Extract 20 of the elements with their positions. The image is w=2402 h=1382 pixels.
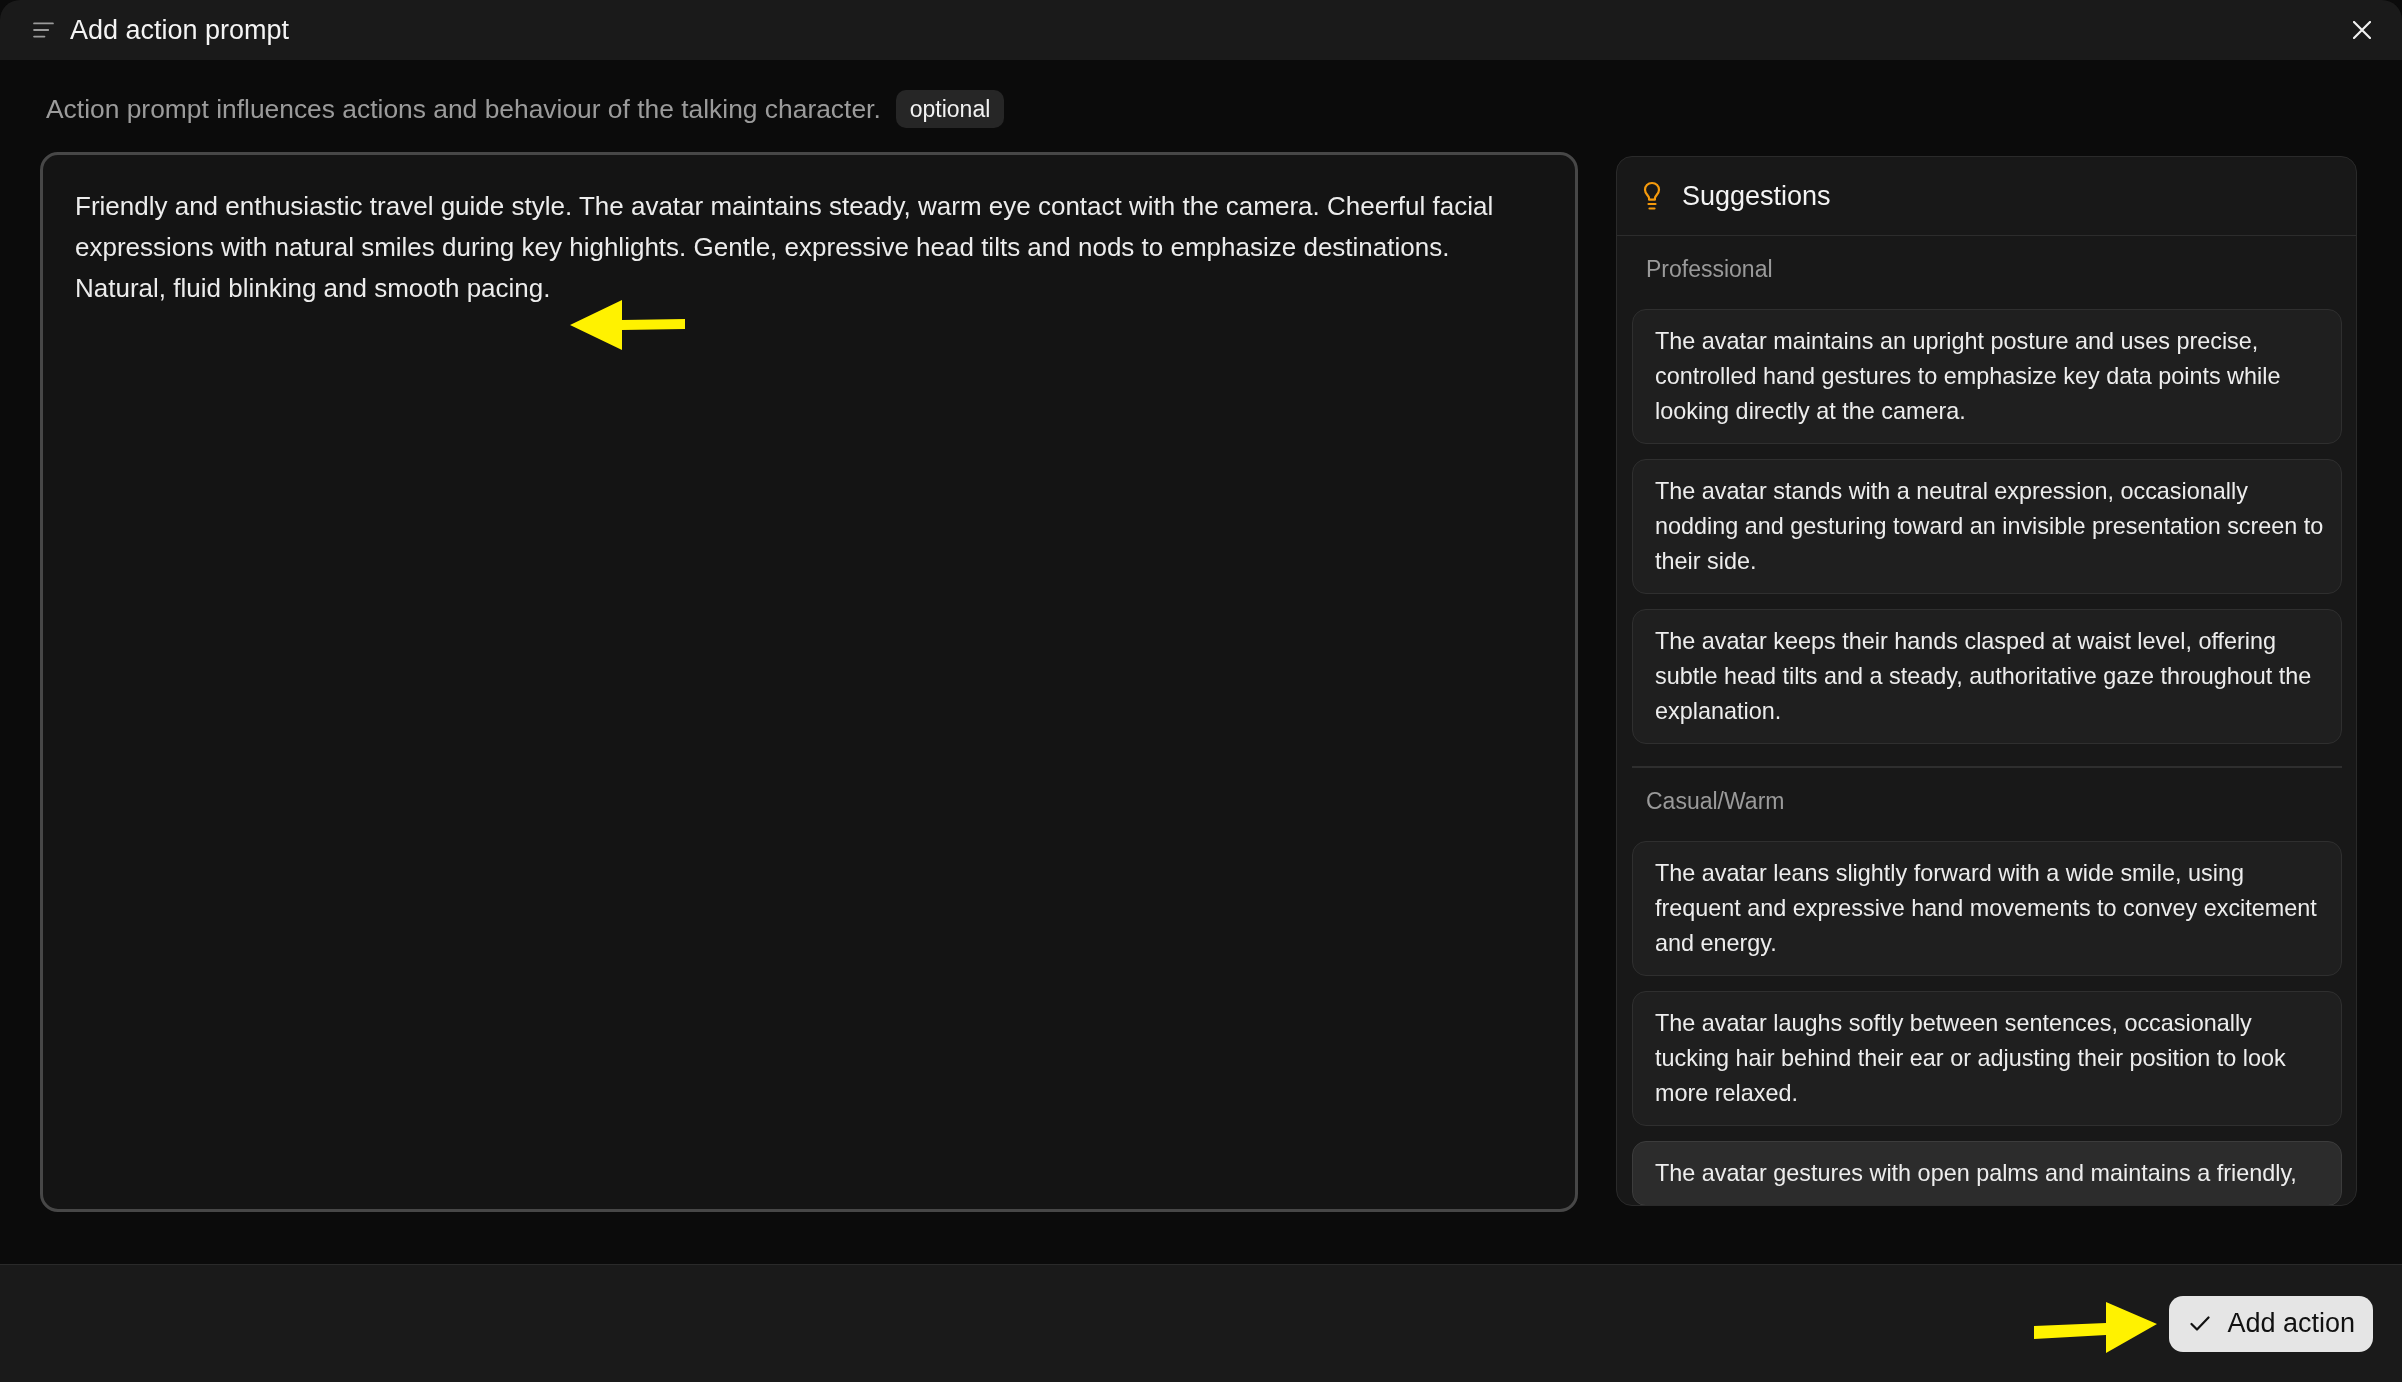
lightbulb-icon [1643, 181, 1661, 211]
prompt-textarea[interactable]: Friendly and enthusiastic travel guide style. The avatar maintains steady, warm eye contact with the camera. Cheerful facial expressions with natural smiles during key highlights. Gentle, expressive head tilts and nods to emphasize destinations. Natural, fluid blinking and smooth pacing. [40, 152, 1578, 1212]
suggestion-card[interactable]: The avatar maintains an upright posture and uses precise, controlled hand gestures to emphasize key data points while looking directly at the camera. [1632, 309, 2342, 444]
suggestion-card[interactable]: The avatar gestures with open palms and maintains a friendly, [1632, 1141, 2342, 1205]
arrow-icon [570, 300, 685, 350]
group-label: Casual/Warm [1646, 788, 1786, 814]
check-icon [2190, 1316, 2211, 1331]
suggestion-card[interactable]: The avatar laughs softly between sentences, occasionally tucking hair behind their ear or adjusting their position to look more relaxed. [1632, 991, 2342, 1126]
label-badge: optional [895, 90, 1005, 128]
close-icon[interactable] [2353, 21, 2371, 39]
suggestion-card[interactable]: The avatar keeps their hands clasped at waist level, offering subtle head tilts and a steady, authoritative gaze throughout the explanation. [1632, 609, 2342, 744]
panel-title: Suggestions [1682, 180, 1831, 212]
description-text: Action prompt influences actions and behaviour of the talking character. [46, 93, 881, 125]
window-title: Add action prompt [70, 14, 290, 46]
suggestion-card[interactable]: The avatar leans slightly forward with a wide smile, using frequent and expressive hand movements to convey excitement and energy. [1632, 841, 2342, 976]
suggestion-card[interactable]: The avatar stands with a neutral expression, occasionally nodding and gesturing toward an invisible presentation screen to their side. [1632, 459, 2342, 594]
arrow-icon [2034, 1302, 2157, 1353]
add-action-button[interactable]: Add action [2169, 1295, 2373, 1352]
group-label: Professional [1646, 256, 1774, 282]
menu-icon[interactable] [33, 22, 54, 38]
